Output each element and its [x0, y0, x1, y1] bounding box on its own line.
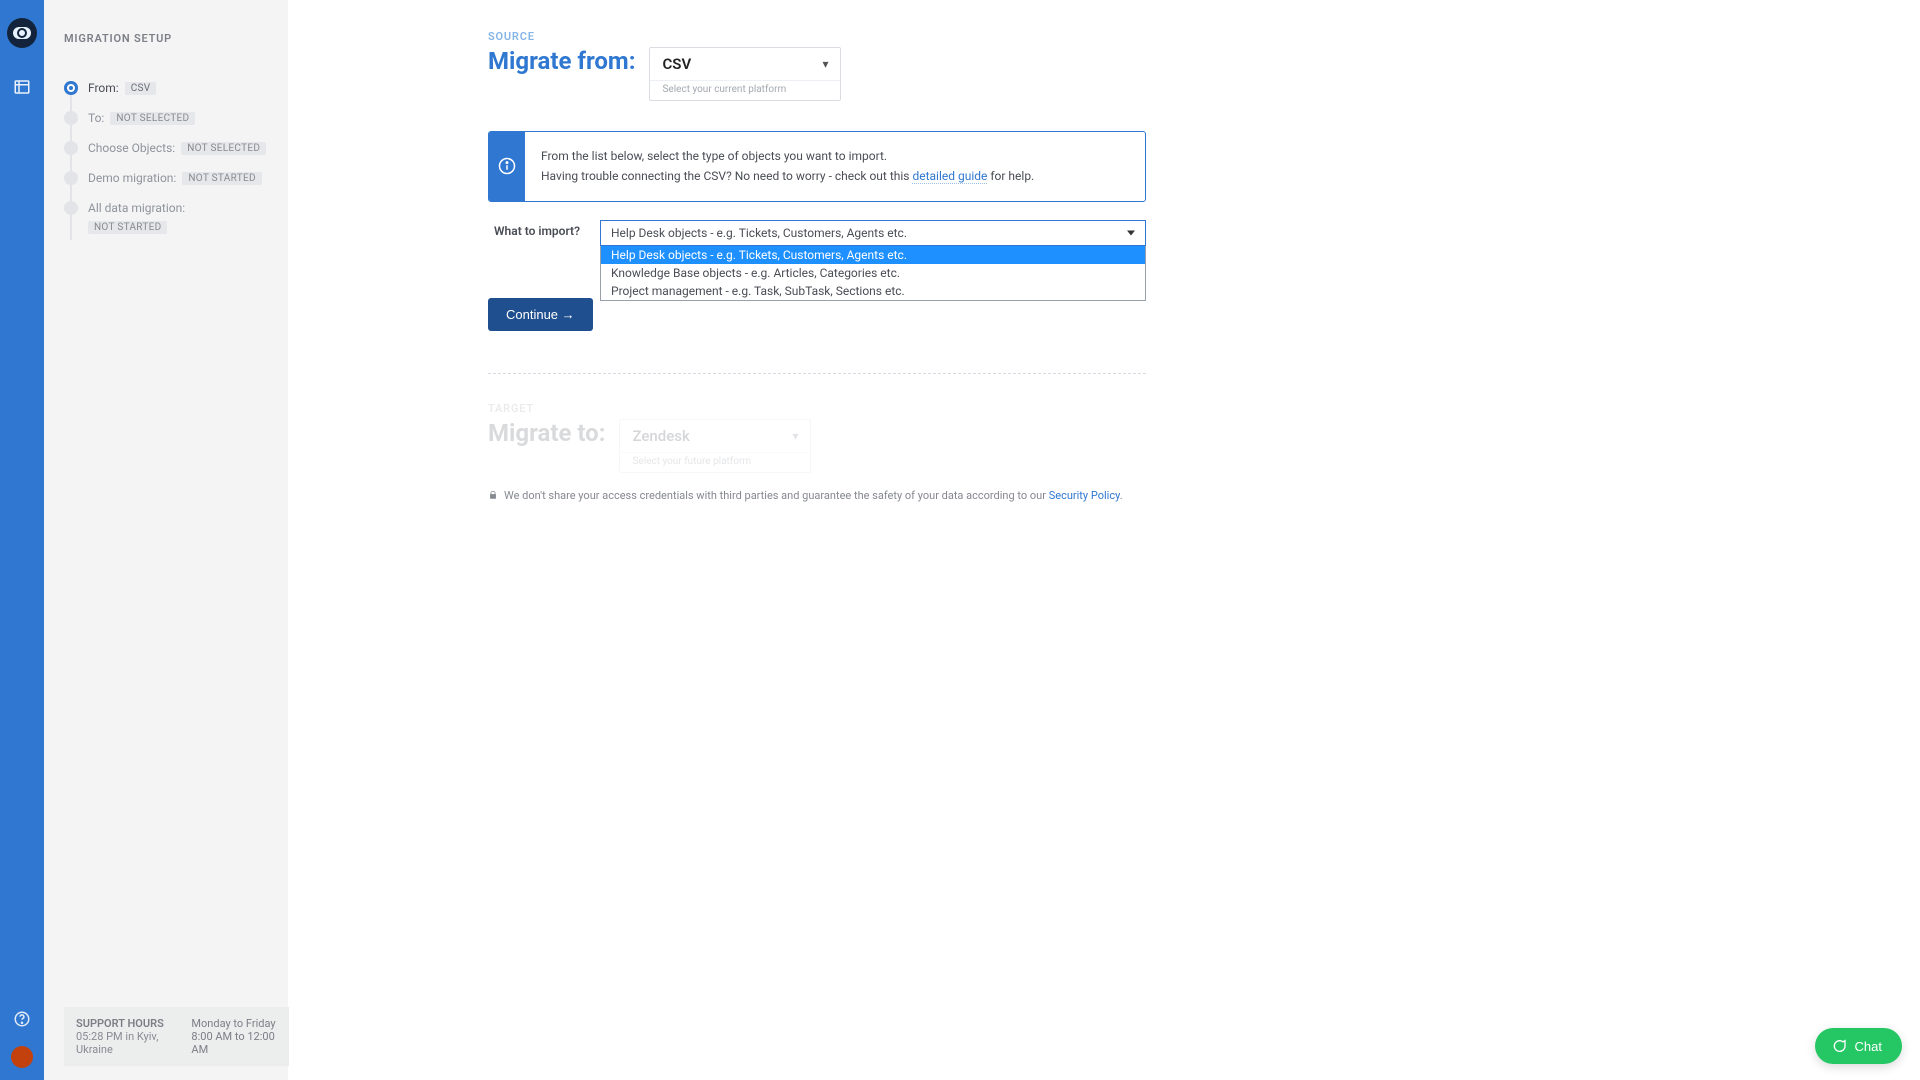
caret-down-icon: ▾ [792, 429, 798, 443]
source-eyebrow: SOURCE [488, 30, 1920, 43]
support-title: SUPPORT HOURS [76, 1017, 177, 1030]
import-type-select[interactable]: Help Desk objects - e.g. Tickets, Custom… [600, 220, 1146, 246]
support-days: Monday to Friday [191, 1017, 277, 1030]
user-avatar[interactable] [11, 1046, 33, 1068]
info-icon [489, 132, 525, 201]
step-chip: NOT STARTED [182, 172, 261, 185]
step-label: Demo migration: [88, 171, 176, 185]
step-all-data-migration[interactable]: All data migration: NOT STARTED [64, 201, 270, 234]
target-heading: Migrate to: [488, 419, 605, 447]
sidebar-title: MIGRATION SETUP [64, 32, 270, 45]
lock-icon [488, 490, 498, 500]
info-line1: From the list below, select the type of … [541, 146, 1034, 166]
info-callout: From the list below, select the type of … [488, 131, 1146, 202]
step-chip: NOT SELECTED [110, 112, 195, 125]
nav-rail [0, 0, 44, 1080]
step-from[interactable]: From: CSV [64, 81, 270, 95]
import-option[interactable]: Help Desk objects - e.g. Tickets, Custom… [601, 246, 1145, 264]
support-hours: 8:00 AM to 12:00 AM [191, 1030, 277, 1056]
info-line2a: Having trouble connecting the CSV? No ne… [541, 169, 912, 183]
chat-icon [1831, 1038, 1847, 1054]
import-selected-value[interactable]: Help Desk objects - e.g. Tickets, Custom… [600, 220, 1146, 246]
source-platform-hint: Select your current platform [650, 80, 840, 100]
detailed-guide-link[interactable]: detailed guide [912, 169, 987, 184]
continue-button[interactable]: Continue → [488, 298, 593, 331]
step-choose-objects[interactable]: Choose Objects: NOT SELECTED [64, 141, 270, 155]
step-list: From: CSV To: NOT SELECTED Choose Object… [64, 81, 270, 250]
migrations-nav-icon[interactable] [13, 78, 31, 96]
target-platform-value: Zendesk [632, 427, 689, 445]
target-platform-select[interactable]: Zendesk ▾ Select your future platform [619, 419, 811, 473]
app-logo[interactable] [7, 18, 37, 48]
security-text: We don't share your access credentials w… [504, 489, 1049, 502]
step-label: To: [88, 111, 104, 125]
import-options-list: Help Desk objects - e.g. Tickets, Custom… [600, 246, 1146, 301]
source-platform-select[interactable]: CSV ▾ Select your current platform [649, 47, 841, 101]
main-content: SOURCE Migrate from: CSV ▾ Select your c… [288, 0, 1920, 1080]
chat-button[interactable]: Chat [1815, 1028, 1902, 1064]
import-option[interactable]: Knowledge Base objects - e.g. Articles, … [601, 264, 1145, 282]
setup-sidebar: MIGRATION SETUP From: CSV To: NOT SELECT… [44, 0, 288, 1080]
step-label: All data migration: [88, 201, 185, 215]
chat-label: Chat [1855, 1039, 1882, 1054]
info-line2b: for help. [987, 169, 1034, 183]
source-platform-value: CSV [662, 55, 691, 73]
target-section: TARGET Migrate to: Zendesk ▾ Select your… [488, 402, 1920, 473]
target-eyebrow: TARGET [488, 402, 1920, 415]
support-localtime: 05:28 PM in Kyiv, Ukraine [76, 1030, 177, 1056]
security-policy-link[interactable]: Security Policy [1049, 489, 1120, 502]
step-chip: NOT STARTED [88, 221, 167, 234]
step-chip: NOT SELECTED [181, 142, 266, 155]
support-hours-card: SUPPORT HOURS 05:28 PM in Kyiv, Ukraine … [64, 1007, 289, 1066]
step-label: Choose Objects: [88, 141, 175, 155]
source-heading: Migrate from: [488, 47, 635, 75]
step-chip: CSV [125, 82, 157, 95]
step-label: From: [88, 81, 119, 95]
security-note: We don't share your access credentials w… [488, 489, 1920, 502]
caret-down-icon: ▾ [822, 57, 828, 71]
step-demo-migration[interactable]: Demo migration: NOT STARTED [64, 171, 270, 185]
import-label: What to import? [488, 220, 580, 238]
step-to[interactable]: To: NOT SELECTED [64, 111, 270, 125]
target-platform-hint: Select your future platform [620, 452, 810, 472]
section-divider [488, 373, 1146, 374]
import-option[interactable]: Project management - e.g. Task, SubTask,… [601, 282, 1145, 300]
help-icon[interactable] [13, 1010, 31, 1028]
